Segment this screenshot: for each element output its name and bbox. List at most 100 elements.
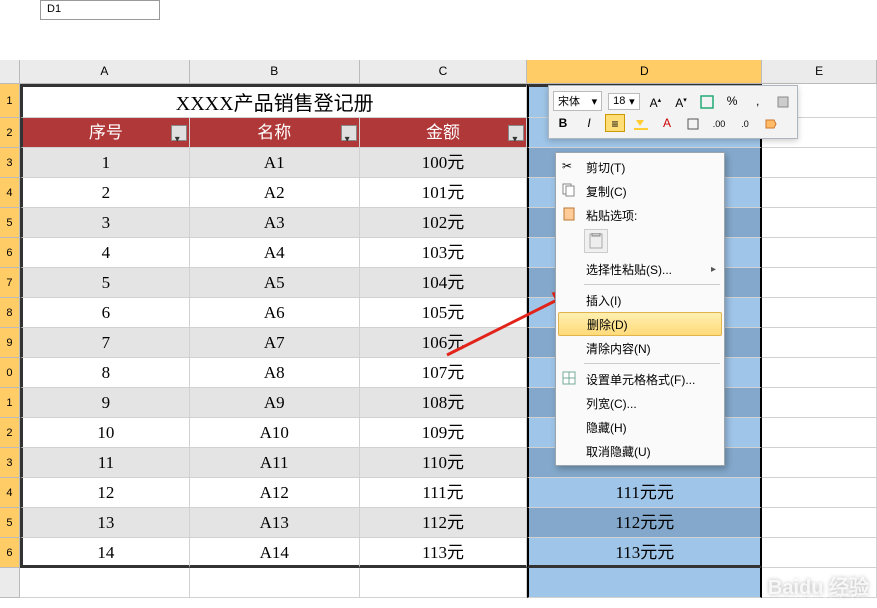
col-header-C[interactable]: C (360, 60, 528, 84)
row-header[interactable]: 3 (0, 448, 20, 478)
cell-name[interactable]: A8 (190, 358, 360, 388)
name-box[interactable]: D1 (40, 0, 160, 20)
format-icon[interactable] (773, 92, 793, 110)
cell-D[interactable]: 111元元 (527, 478, 762, 508)
cell-E[interactable] (762, 358, 877, 388)
col-header-A[interactable]: A (20, 60, 190, 84)
cell-amount[interactable]: 112元 (360, 508, 528, 538)
cell-E[interactable] (762, 178, 877, 208)
menu-cut[interactable]: ✂剪切(T) (556, 155, 724, 179)
cell-name[interactable]: A6 (190, 298, 360, 328)
cell-seq[interactable]: 12 (20, 478, 190, 508)
row-header[interactable]: 8 (0, 298, 20, 328)
cell-name[interactable]: A5 (190, 268, 360, 298)
font-selector[interactable]: 宋体▾ (553, 91, 602, 111)
paste-option-button[interactable] (584, 229, 608, 253)
row-header[interactable]: 3 (0, 148, 20, 178)
cell-amount[interactable]: 107元 (360, 358, 528, 388)
cell-E[interactable] (762, 238, 877, 268)
filter-dropdown-icon[interactable] (341, 125, 357, 141)
increase-font-icon[interactable]: A▴ (646, 92, 666, 110)
accounting-format-icon[interactable] (697, 92, 717, 110)
row-header[interactable]: 9 (0, 328, 20, 358)
cell[interactable] (20, 568, 190, 598)
cell[interactable] (527, 568, 762, 598)
menu-copy[interactable]: 复制(C) (556, 179, 724, 203)
cell-amount[interactable]: 102元 (360, 208, 528, 238)
cell-amount[interactable]: 113元 (360, 538, 528, 568)
cell-D[interactable]: 113元元 (527, 538, 762, 568)
cell-seq[interactable]: 7 (20, 328, 190, 358)
cell-amount[interactable]: 101元 (360, 178, 528, 208)
cell-seq[interactable]: 10 (20, 418, 190, 448)
cell-name[interactable]: A13 (190, 508, 360, 538)
font-size-selector[interactable]: 18▾ (608, 93, 640, 110)
fill-color-icon[interactable] (631, 114, 651, 132)
cell-amount[interactable]: 106元 (360, 328, 528, 358)
filter-dropdown-icon[interactable] (508, 125, 524, 141)
cell-E[interactable] (762, 478, 877, 508)
row-header[interactable]: 6 (0, 238, 20, 268)
row-header[interactable]: 2 (0, 418, 20, 448)
decrease-font-icon[interactable]: A▾ (671, 92, 691, 110)
cell-seq[interactable]: 2 (20, 178, 190, 208)
menu-hide[interactable]: 隐藏(H) (556, 415, 724, 439)
cell-seq[interactable]: 13 (20, 508, 190, 538)
format-painter-icon[interactable] (761, 114, 781, 132)
cell-amount[interactable]: 109元 (360, 418, 528, 448)
cell-seq[interactable]: 11 (20, 448, 190, 478)
menu-paste-special[interactable]: 选择性粘贴(S)... (556, 257, 724, 281)
header-seq[interactable]: 序号 (20, 118, 190, 148)
cell-seq[interactable]: 3 (20, 208, 190, 238)
col-header-E[interactable]: E (762, 60, 877, 84)
menu-delete[interactable]: 删除(D) (558, 312, 722, 336)
cell-amount[interactable]: 103元 (360, 238, 528, 268)
italic-icon[interactable]: I (579, 114, 599, 132)
increase-decimal-icon[interactable]: .00 (709, 114, 729, 132)
row-header[interactable]: 0 (0, 358, 20, 388)
menu-insert[interactable]: 插入(I) (556, 288, 724, 312)
cell-name[interactable]: A3 (190, 208, 360, 238)
row-header[interactable]: 4 (0, 478, 20, 508)
cell-name[interactable]: A12 (190, 478, 360, 508)
cell-seq[interactable]: 5 (20, 268, 190, 298)
cell-E[interactable] (762, 268, 877, 298)
cell-amount[interactable]: 105元 (360, 298, 528, 328)
comma-icon[interactable]: , (748, 92, 768, 110)
menu-unhide[interactable]: 取消隐藏(U) (556, 439, 724, 463)
select-all-corner[interactable] (0, 60, 20, 84)
bold-icon[interactable]: B (553, 114, 573, 132)
row-header[interactable]: 5 (0, 208, 20, 238)
row-header-1[interactable]: 1 (0, 84, 20, 118)
cell-name[interactable]: A4 (190, 238, 360, 268)
cell-E[interactable] (762, 418, 877, 448)
cell-E[interactable] (762, 298, 877, 328)
row-header[interactable]: 7 (0, 268, 20, 298)
cell-seq[interactable]: 1 (20, 148, 190, 178)
row-header[interactable]: 5 (0, 508, 20, 538)
cell-seq[interactable]: 9 (20, 388, 190, 418)
cell-E[interactable] (762, 538, 877, 568)
align-center-icon[interactable]: ≡ (605, 114, 625, 132)
font-color-icon[interactable]: A (657, 114, 677, 132)
cell-seq[interactable]: 8 (20, 358, 190, 388)
menu-format-cells[interactable]: 设置单元格格式(F)... (556, 367, 724, 391)
decrease-decimal-icon[interactable]: .0 (735, 114, 755, 132)
cell-E[interactable] (762, 328, 877, 358)
cell-name[interactable]: A10 (190, 418, 360, 448)
cell-E[interactable] (762, 508, 877, 538)
cell-D[interactable]: 112元元 (527, 508, 762, 538)
cell-name[interactable]: A11 (190, 448, 360, 478)
cell-amount[interactable]: 110元 (360, 448, 528, 478)
cell-E[interactable] (762, 448, 877, 478)
col-header-B[interactable]: B (190, 60, 360, 84)
row-header[interactable]: 1 (0, 388, 20, 418)
cell-seq[interactable]: 6 (20, 298, 190, 328)
header-name[interactable]: 名称 (190, 118, 360, 148)
header-amount[interactable]: 金额 (360, 118, 528, 148)
filter-dropdown-icon[interactable] (171, 125, 187, 141)
menu-clear-contents[interactable]: 清除内容(N) (556, 336, 724, 360)
cell-seq[interactable]: 14 (20, 538, 190, 568)
cell-E[interactable] (762, 208, 877, 238)
title-cell[interactable]: XXXX产品销售登记册 (20, 84, 527, 118)
